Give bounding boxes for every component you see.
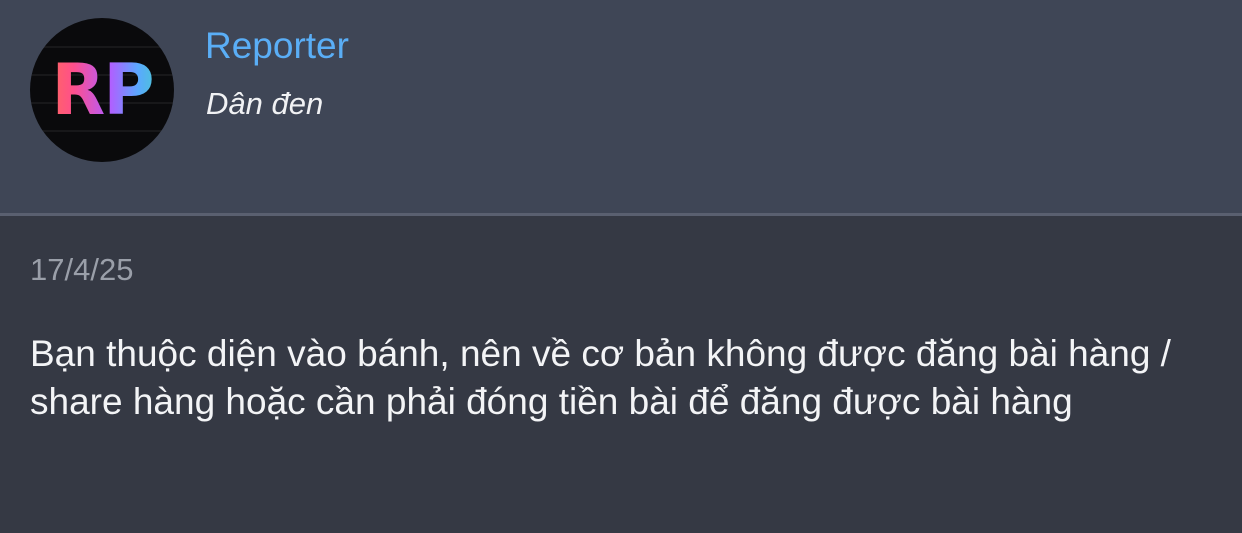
post-date: 17/4/25 xyxy=(30,252,134,287)
profile-header: RP Reporter Dân đen xyxy=(0,0,1242,213)
header-divider xyxy=(0,213,1242,216)
avatar[interactable]: RP xyxy=(30,18,174,162)
profile-subtitle: Dân đen xyxy=(206,86,324,121)
avatar-logo-text: RP xyxy=(30,48,174,132)
profile-name[interactable]: Reporter xyxy=(205,24,349,68)
post-text: Bạn thuộc diện vào bánh, nên về cơ bản k… xyxy=(30,333,1171,422)
